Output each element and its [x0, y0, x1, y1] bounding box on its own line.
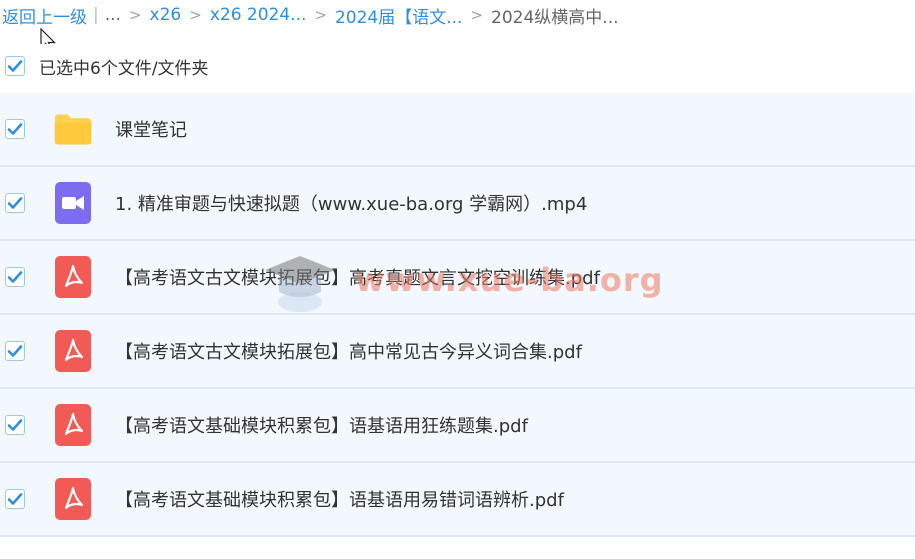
breadcrumb-current: 2024纵横高中... [491, 7, 619, 28]
checkmark-icon [7, 419, 23, 431]
chevron-right-icon: > [189, 6, 202, 24]
selection-count-label: 已选中6个文件/文件夹 [39, 58, 209, 79]
file-name[interactable]: 【高考语文古文模块拓展包】高考真题文言文挖空训练集.pdf [115, 264, 600, 290]
file-name[interactable]: 【高考语文古文模块拓展包】高中常见古今异义词合集.pdf [115, 338, 582, 364]
breadcrumb-item-x26[interactable]: x26 [150, 5, 182, 25]
pdf-icon [53, 329, 93, 373]
back-link[interactable]: 返回上一级 [0, 3, 87, 28]
breadcrumb: 返回上一级 | ... > x26 > x26 2024... > 2024届【… [0, 0, 915, 30]
checkmark-icon [7, 60, 23, 72]
file-row[interactable]: 1. 精准审题与快速拟题（www.xue-ba.org 学霸网）.mp4 [0, 167, 915, 241]
checkmark-icon [7, 197, 23, 209]
row-checkbox[interactable] [5, 415, 25, 435]
checkmark-icon [7, 271, 23, 283]
checkmark-icon [7, 345, 23, 357]
row-checkbox[interactable] [5, 119, 25, 139]
row-checkbox[interactable] [5, 489, 25, 509]
file-row[interactable]: 【高考语文古文模块拓展包】高中常见古今异义词合集.pdf [0, 315, 915, 389]
pdf-icon [53, 255, 93, 299]
row-checkbox[interactable] [5, 341, 25, 361]
row-checkbox[interactable] [5, 193, 25, 213]
checkmark-icon [7, 493, 23, 505]
breadcrumb-item-2024-chinese[interactable]: 2024届【语文... [335, 3, 462, 28]
breadcrumb-ellipsis[interactable]: ... [105, 5, 121, 25]
pdf-icon [53, 477, 93, 521]
file-row[interactable]: 【高考语文基础模块积累包】语基语用狂练题集.pdf [0, 389, 915, 463]
file-name[interactable]: 【高考语文基础模块积累包】语基语用狂练题集.pdf [115, 412, 528, 438]
file-name[interactable]: 课堂笔记 [115, 116, 187, 142]
row-checkbox[interactable] [5, 267, 25, 287]
file-name[interactable]: 1. 精准审题与快速拟题（www.xue-ba.org 学霸网）.mp4 [115, 190, 587, 216]
chevron-right-icon: > [470, 6, 484, 24]
file-name[interactable]: 【高考语文基础模块积累包】语基语用易错词语辨析.pdf [115, 486, 564, 512]
file-row[interactable]: 【高考语文古文模块拓展包】高考真题文言文挖空训练集.pdf [0, 241, 915, 315]
breadcrumb-divider: | [93, 5, 99, 25]
chevron-right-icon: > [314, 6, 327, 24]
file-list: 课堂笔记 1. 精准审题与快速拟题（www.xue-ba.org 学霸网）.mp… [0, 93, 915, 537]
select-all-checkbox[interactable] [5, 56, 25, 76]
selection-bar: 已选中6个文件/文件夹 [0, 44, 915, 88]
folder-icon [53, 107, 93, 151]
file-row[interactable]: 【高考语文基础模块积累包】语基语用易错词语辨析.pdf [0, 463, 915, 537]
checkmark-icon [7, 123, 23, 135]
pdf-icon [53, 403, 93, 447]
breadcrumb-item-x26-2024[interactable]: x26 2024... [210, 5, 307, 25]
chevron-right-icon: > [128, 6, 142, 24]
file-row[interactable]: 课堂笔记 [0, 93, 915, 167]
video-icon [53, 181, 93, 225]
